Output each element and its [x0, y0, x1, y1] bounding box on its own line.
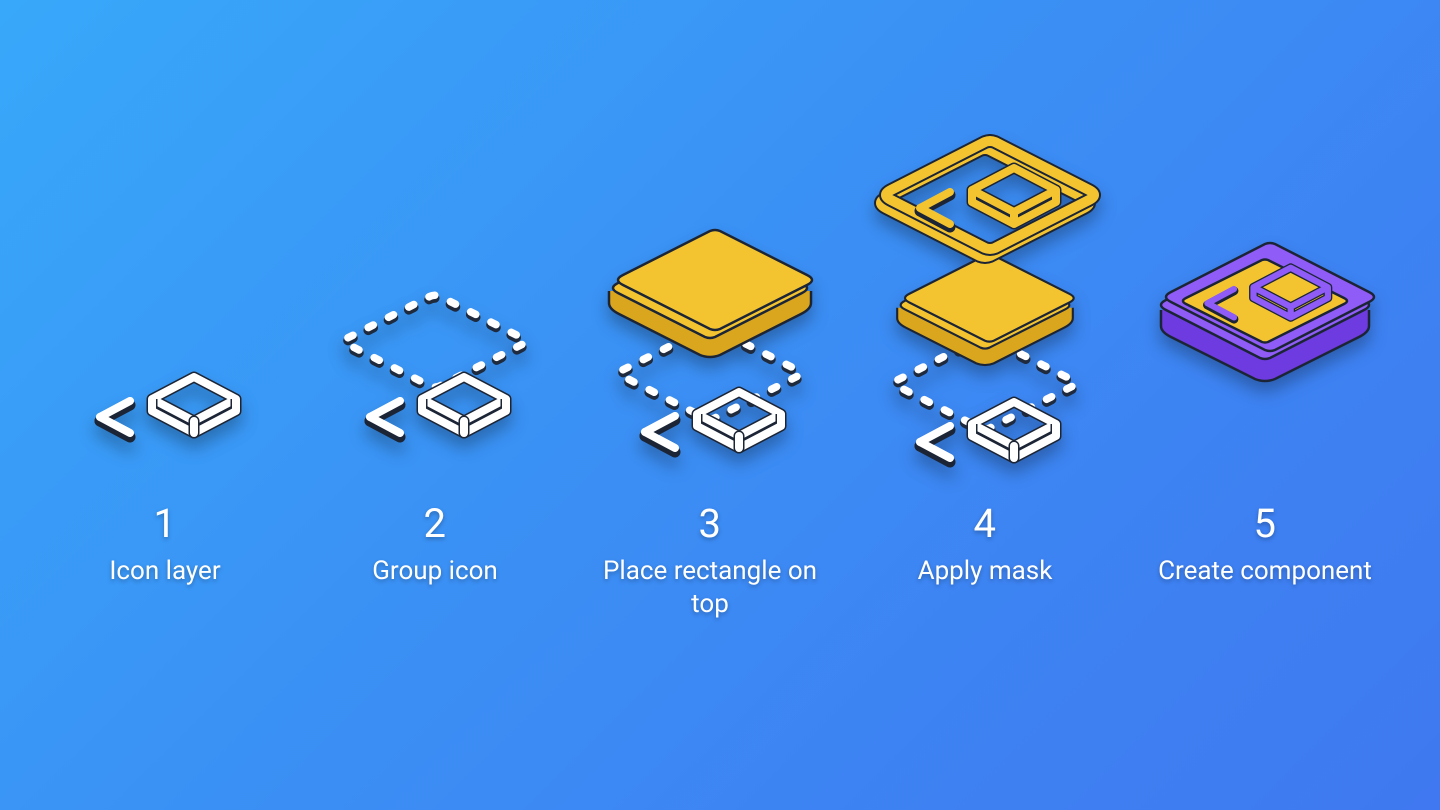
step-title: Icon layer: [38, 555, 292, 588]
code-cube-icon: [362, 375, 508, 445]
step-number: 1: [38, 500, 292, 547]
step-2-illustration: [300, 120, 570, 490]
step-number: 4: [858, 500, 1112, 547]
rectangle-slab-icon: [595, 225, 825, 360]
step-number: 2: [308, 500, 562, 547]
step-title: Place rectangle on top: [583, 555, 837, 622]
component-code-cube-icon: [1200, 266, 1330, 328]
step-3: 3 Place rectangle on top: [575, 0, 845, 810]
code-cube-icon: [92, 375, 238, 445]
step-1-illustration: [30, 120, 300, 490]
diagram-stage: 1 Icon layer 2 Group icon: [0, 0, 1440, 810]
step-4-illustration: [850, 120, 1120, 490]
step-title: Create component: [1138, 555, 1392, 588]
step-3-illustration: [575, 120, 845, 490]
code-cube-icon: [637, 390, 783, 460]
step-number: 3: [583, 500, 837, 547]
masked-code-cube-icon: [912, 166, 1058, 236]
step-title: Apply mask: [858, 555, 1112, 588]
step-title: Group icon: [308, 555, 562, 588]
step-number: 5: [1138, 500, 1392, 547]
step-1: 1 Icon layer: [30, 0, 300, 810]
step-5-illustration: [1130, 120, 1400, 490]
step-4: 4 Apply mask: [850, 0, 1120, 810]
code-cube-icon: [912, 400, 1058, 470]
step-2: 2 Group icon: [300, 0, 570, 810]
step-5: 5 Create component: [1130, 0, 1400, 810]
